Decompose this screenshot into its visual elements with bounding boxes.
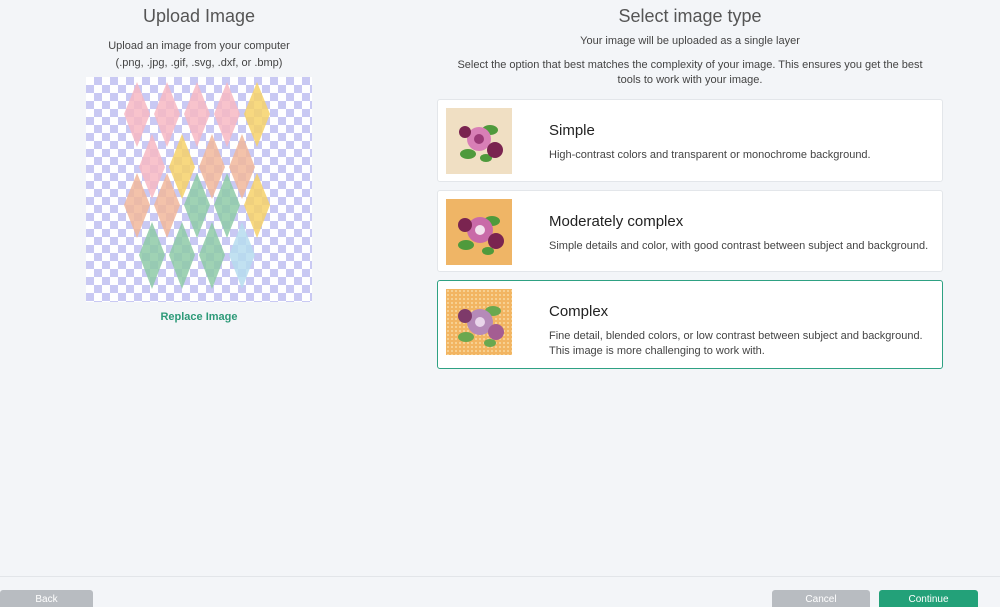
flower-icon: [446, 199, 512, 265]
single-layer-note: Your image will be uploaded as a single …: [580, 35, 800, 47]
upload-subtitle-line1: Upload an image from your computer: [108, 40, 290, 52]
image-preview: [86, 77, 312, 302]
moderately-complex-thumbnail: [446, 199, 512, 265]
upload-panel: Upload Image Upload an image from your c…: [84, 0, 314, 72]
simple-thumbnail: [446, 108, 512, 174]
flower-icon: [446, 289, 512, 355]
upload-dialog: Upload Image Upload an image from your c…: [0, 0, 1000, 607]
upload-title: Upload Image: [142, 6, 256, 26]
option-simple-title: Simple: [549, 122, 595, 139]
complex-thumbnail: [446, 289, 512, 355]
select-type-title: Select image type: [618, 6, 762, 26]
continue-button[interactable]: Continue: [879, 590, 978, 607]
select-type-panel: Select image type Your image will be upl…: [437, 0, 943, 88]
option-complex-description: Fine detail, blended colors, or low cont…: [549, 330, 923, 357]
replace-image-link[interactable]: Replace Image: [86, 311, 312, 323]
option-moderately-complex-title: Moderately complex: [549, 213, 684, 230]
back-button[interactable]: Back: [0, 590, 93, 607]
option-complex[interactable]: Complex Fine detail, blended colors, or …: [437, 280, 943, 369]
upload-subtitle: Upload an image from your computer (.png…: [84, 38, 314, 72]
flower-icon: [446, 108, 512, 174]
option-simple-description: High-contrast colors and transparent or …: [549, 149, 871, 161]
option-complex-title: Complex: [549, 303, 609, 320]
preview-diamonds: [124, 82, 270, 289]
cancel-button[interactable]: Cancel: [772, 590, 870, 607]
upload-subtitle-formats: (.png, .jpg, .gif, .svg, .dxf, or .bmp): [115, 57, 283, 69]
option-moderately-complex-description: Simple details and color, with good cont…: [549, 240, 929, 252]
footer-bar: Back Cancel Continue: [0, 576, 1000, 607]
option-simple[interactable]: Simple High-contrast colors and transpar…: [437, 99, 943, 182]
option-moderately-complex[interactable]: Moderately complex Simple details and co…: [437, 190, 943, 272]
select-type-description: Select the option that best matches the …: [457, 59, 923, 86]
